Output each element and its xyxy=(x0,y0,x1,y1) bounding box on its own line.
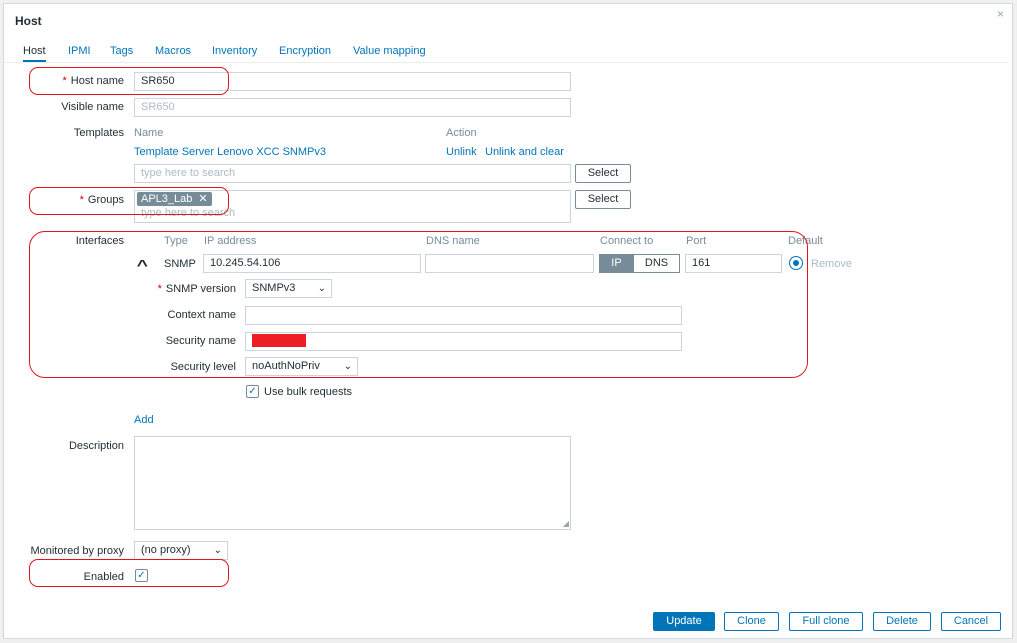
snmp-version-select[interactable]: SNMPv3 ⌄ xyxy=(245,279,332,298)
redaction-mark xyxy=(252,334,306,347)
close-icon[interactable]: × xyxy=(997,7,1004,21)
bulk-requests-checkbox[interactable]: ✓ xyxy=(246,385,259,398)
tab-host[interactable]: Host xyxy=(23,45,46,62)
connect-ip-toggle[interactable]: IP xyxy=(599,254,634,273)
host-name-input[interactable]: SR650 xyxy=(134,72,571,91)
proxy-label: Monitored by proxy xyxy=(30,545,124,557)
chevron-down-icon: ⌄ xyxy=(343,361,352,372)
group-tag-label: APL3_Lab xyxy=(141,193,193,205)
chevron-down-icon: ⌄ xyxy=(213,545,222,556)
tab-bar: Host IPMI Tags Macros Inventory Encrypti… xyxy=(4,41,1008,63)
tab-macros[interactable]: Macros xyxy=(155,45,191,57)
unlink-link[interactable]: Unlink xyxy=(446,146,477,158)
interface-type: SNMP xyxy=(164,258,196,270)
templates-label: Templates xyxy=(73,127,124,139)
interface-dns-input[interactable] xyxy=(425,254,594,273)
update-button[interactable]: Update xyxy=(653,612,715,631)
context-name-input[interactable] xyxy=(245,306,682,325)
required-mark: * xyxy=(79,194,84,206)
cancel-button[interactable]: Cancel xyxy=(941,612,1001,631)
interface-ip-input[interactable]: 10.245.54.106 xyxy=(203,254,421,273)
interfaces-col-default: Default xyxy=(788,235,823,247)
clone-button[interactable]: Clone xyxy=(724,612,779,631)
group-tag: APL3_Lab ✕ xyxy=(137,192,212,206)
proxy-value: (no proxy) xyxy=(141,544,191,556)
security-name-label: Security name xyxy=(165,335,236,347)
groups-label-text: Groups xyxy=(87,194,124,206)
interfaces-label: Interfaces xyxy=(75,235,124,247)
collapse-chevron-icon[interactable]: ^ xyxy=(137,257,148,274)
full-clone-button[interactable]: Full clone xyxy=(789,612,863,631)
linked-template-link[interactable]: Template Server Lenovo XCC SNMPv3 xyxy=(134,146,326,158)
proxy-select[interactable]: (no proxy) ⌄ xyxy=(134,541,228,560)
delete-button[interactable]: Delete xyxy=(873,612,931,631)
enabled-label: Enabled xyxy=(83,571,124,583)
required-mark: * xyxy=(62,75,67,87)
interfaces-col-ip: IP address xyxy=(204,235,257,247)
security-level-value: noAuthNoPriv xyxy=(252,360,320,372)
description-label: Description xyxy=(68,440,124,452)
security-level-label: Security level xyxy=(170,361,236,373)
snmp-version-value: SNMPv3 xyxy=(252,282,296,294)
interfaces-col-port: Port xyxy=(686,235,707,247)
default-interface-radio[interactable] xyxy=(789,256,803,270)
interfaces-col-type: Type xyxy=(164,235,188,247)
templates-col-action: Action xyxy=(446,127,477,139)
resize-grip-icon[interactable]: ◢ xyxy=(563,519,569,528)
chevron-down-icon: ⌄ xyxy=(317,283,326,294)
snmp-version-label-text: SNMP version xyxy=(165,283,236,295)
templates-select-button[interactable]: Select xyxy=(575,164,631,183)
groups-select-button[interactable]: Select xyxy=(575,190,631,209)
groups-label: * Groups xyxy=(20,194,124,206)
templates-search-input[interactable]: type here to search xyxy=(134,164,571,183)
security-level-select[interactable]: noAuthNoPriv ⌄ xyxy=(245,357,358,376)
connect-dns-toggle[interactable]: DNS xyxy=(633,254,680,273)
tab-encryption[interactable]: Encryption xyxy=(279,45,331,57)
interfaces-col-connect: Connect to xyxy=(600,235,654,247)
tab-ipmi[interactable]: IPMI xyxy=(68,45,91,57)
visible-name-label: Visible name xyxy=(61,101,124,113)
groups-search-placeholder: type here to search xyxy=(141,207,236,219)
templates-col-name: Name xyxy=(134,127,164,139)
required-mark: * xyxy=(157,283,162,295)
dialog-title: Host xyxy=(15,14,42,28)
snmp-version-label: * SNMP version xyxy=(130,283,236,295)
interface-port-input[interactable]: 161 xyxy=(685,254,782,273)
tab-inventory[interactable]: Inventory xyxy=(212,45,257,57)
description-textarea[interactable]: ◢ xyxy=(134,436,571,530)
tab-tags[interactable]: Tags xyxy=(110,45,133,57)
remove-tag-icon[interactable]: ✕ xyxy=(198,193,207,205)
host-name-label-text: Host name xyxy=(70,75,124,87)
bulk-requests-label: Use bulk requests xyxy=(264,386,353,398)
interfaces-col-dns: DNS name xyxy=(426,235,480,247)
context-name-label: Context name xyxy=(167,309,236,321)
tab-value-mapping[interactable]: Value mapping xyxy=(353,45,426,57)
unlink-and-clear-link[interactable]: Unlink and clear xyxy=(485,146,564,158)
host-name-label: * Host name xyxy=(20,75,124,87)
enabled-checkbox[interactable]: ✓ xyxy=(135,569,148,582)
security-name-input[interactable]: J xyxy=(245,332,682,351)
remove-interface-link[interactable]: Remove xyxy=(811,258,852,270)
add-interface-link[interactable]: Add xyxy=(134,414,154,426)
visible-name-input[interactable]: SR650 xyxy=(134,98,571,117)
